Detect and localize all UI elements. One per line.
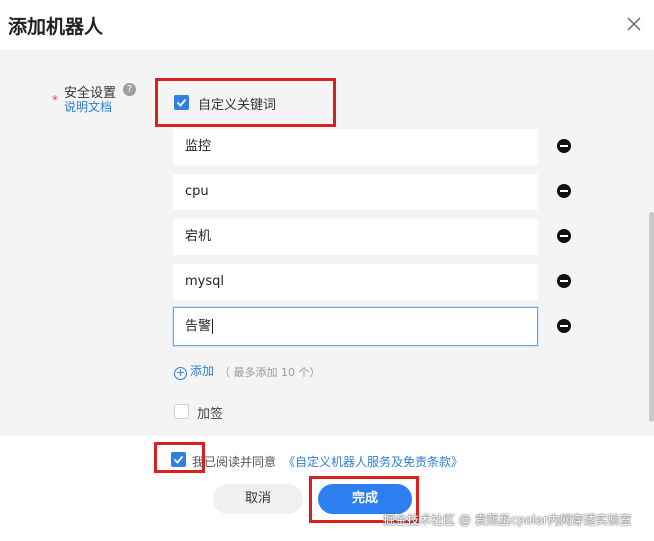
plus-circle-icon: + (174, 366, 187, 380)
text-cursor (212, 319, 214, 334)
cancel-button[interactable]: 取消 (213, 484, 303, 514)
keyword-input[interactable]: 监控 (173, 129, 538, 165)
remove-keyword-icon[interactable] (557, 139, 571, 153)
scrollbar[interactable] (649, 212, 654, 422)
help-icon[interactable]: ? (123, 83, 136, 96)
custom-keywords-checkbox[interactable] (174, 95, 189, 110)
keyword-input[interactable]: cpu (173, 174, 538, 210)
close-icon[interactable] (622, 12, 646, 36)
remove-keyword-icon[interactable] (557, 319, 571, 333)
remove-keyword-icon[interactable] (557, 229, 571, 243)
keyword-input[interactable]: mysql (173, 264, 538, 300)
doc-link[interactable]: 说明文档 (64, 98, 112, 115)
keyword-input[interactable]: 宕机 (173, 219, 538, 255)
remove-keyword-icon[interactable] (557, 184, 571, 198)
add-robot-dialog: 添加机器人 * 安全设置 ? 说明文档 自定义关键词 监控 cpu 宕机 mys… (0, 0, 654, 541)
watermark: 掘金技术社区 @ 袁熙丞cpolar内网穿透实验室 (383, 513, 632, 527)
agreement-link[interactable]: 《自定义机器人服务及免责条款》 (283, 453, 463, 470)
dialog-title: 添加机器人 (8, 16, 104, 38)
sign-checkbox[interactable] (174, 404, 189, 419)
required-mark: * (52, 93, 58, 107)
add-limit-hint: （ 最多添加 10 个） (219, 366, 321, 379)
agreement-checkbox[interactable] (171, 452, 186, 467)
dialog-header: 添加机器人 (0, 0, 654, 51)
agreement-text: 我已阅读并同意 (192, 455, 277, 469)
add-keyword-button[interactable]: + 添加 (174, 362, 214, 380)
sign-label: 加签 (197, 407, 224, 422)
remove-keyword-icon[interactable] (557, 274, 571, 288)
keyword-input-active[interactable]: 告警 (173, 307, 538, 346)
custom-keywords-label: 自定义关键词 (198, 98, 277, 113)
